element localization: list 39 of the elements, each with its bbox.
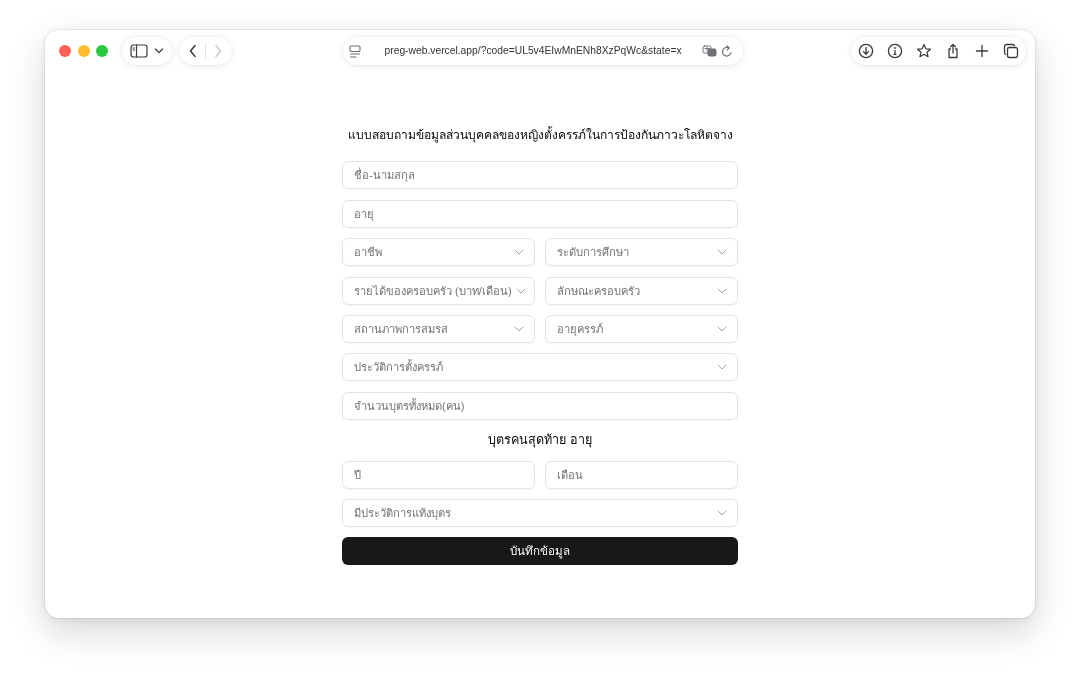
select-field[interactable]: มีประวัติการแท้งบุตร <box>342 498 738 527</box>
select-field[interactable]: ลักษณะครอบครัว <box>545 276 738 305</box>
select-field[interactable]: ประวัติการตั้งครรภ์ <box>342 353 738 382</box>
address-bar[interactable]: preg-web.vercel.app/?code=UL5v4EIwMnENh8XzPqWc&state=x <box>342 37 743 65</box>
chevron-down-icon <box>717 287 727 294</box>
translate-icon[interactable] <box>701 45 717 57</box>
window-close-icon[interactable] <box>59 45 71 57</box>
chevron-down-icon <box>717 249 727 256</box>
chevron-down-icon <box>514 325 524 332</box>
chevron-down-icon <box>717 364 727 371</box>
input-field[interactable]: จำนวนบุตรทั้งหมด(คน) <box>342 391 738 420</box>
share-icon[interactable] <box>945 43 961 59</box>
sidebar-icon[interactable] <box>130 44 148 58</box>
select-field[interactable]: รายได้ของครอบครัว (บาท/เดือน) <box>342 276 535 305</box>
select-field[interactable]: ระดับการศึกษา <box>545 238 738 267</box>
input-field[interactable]: ปี <box>342 460 535 489</box>
tabs-icon[interactable] <box>1003 43 1019 59</box>
select-field[interactable]: อาชีพ <box>342 238 535 267</box>
back-icon[interactable] <box>188 44 198 58</box>
download-icon[interactable] <box>858 43 874 59</box>
plus-icon[interactable] <box>974 43 990 59</box>
chevron-down-icon <box>717 509 727 516</box>
url-text: preg-web.vercel.app/?code=UL5v4EIwMnENh8XzPqWc&state=x <box>384 44 682 58</box>
chevron-down-icon <box>515 287 526 294</box>
input-field[interactable]: เดือน <box>545 460 738 489</box>
reload-icon[interactable] <box>720 44 733 58</box>
chevron-down-icon <box>717 325 727 332</box>
page-menu-icon[interactable] <box>348 44 361 58</box>
input-field[interactable]: ชื่อ-นามสกุล <box>342 161 738 190</box>
select-field[interactable]: สถานภาพการสมรส <box>342 314 535 343</box>
star-icon[interactable] <box>916 43 932 59</box>
section-heading: บุตรคนสุดท้าย อายุ <box>488 432 592 450</box>
input-field[interactable]: อายุ <box>342 199 738 228</box>
chevron-down-icon <box>514 249 524 256</box>
info-icon[interactable] <box>887 43 903 59</box>
select-field[interactable]: อายุครรภ์ <box>545 314 738 343</box>
chevron-down-icon[interactable] <box>154 48 164 54</box>
form-title: แบบสอบถามข้อมูลส่วนบุคคลของหญิงตั้งครรภ์ในการป้องกันภาวะโลหิตจาง <box>346 125 734 145</box>
save-button[interactable]: บันทึกข้อมูล <box>342 537 738 566</box>
